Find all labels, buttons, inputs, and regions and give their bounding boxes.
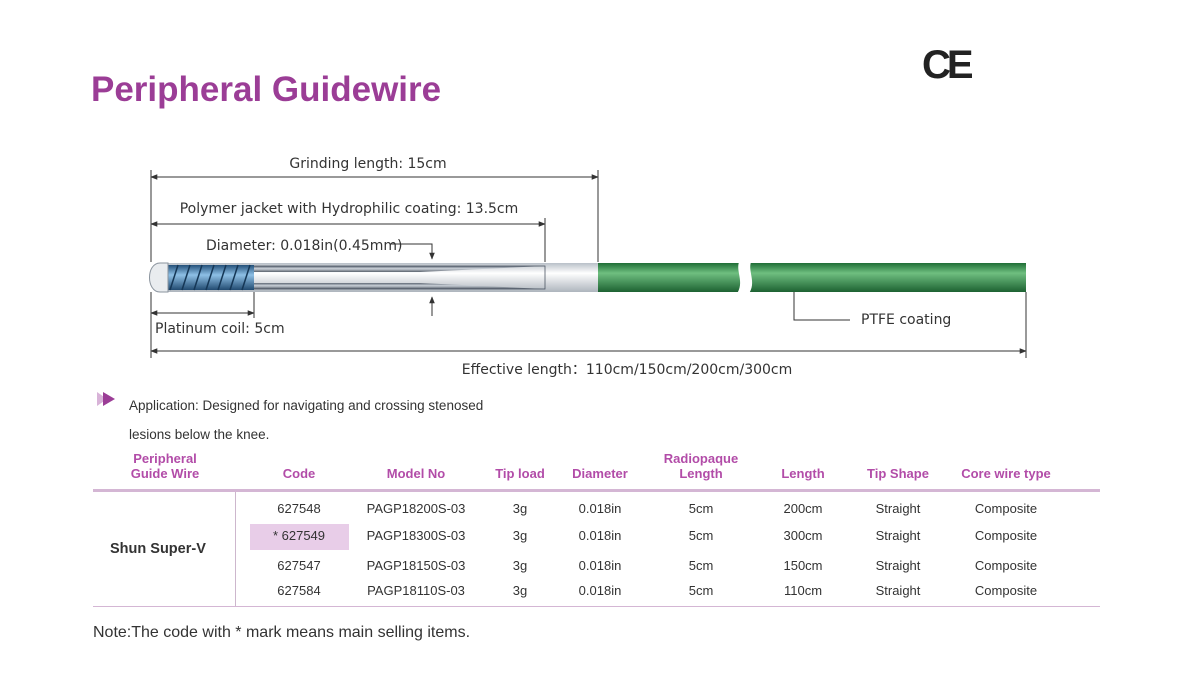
cell-model: PAGP18200S-03 bbox=[366, 501, 466, 516]
table-bottom-rule bbox=[93, 606, 1100, 607]
product-name: Shun Super-V bbox=[110, 541, 206, 557]
header-diameter: Diameter bbox=[572, 466, 628, 481]
cell-code: 627547 bbox=[277, 558, 321, 573]
application-line-2: lesions below the knee. bbox=[129, 427, 270, 442]
application-text: Application: Designed for navigating and… bbox=[129, 391, 529, 449]
cell-radiopaque: 5cm bbox=[688, 558, 714, 573]
cell-length: 200cm bbox=[783, 501, 823, 516]
guidewire-diagram: Grinding length: 15cm Polymer jacket wit… bbox=[149, 156, 1027, 378]
cell-tip-load: 3g bbox=[512, 583, 528, 598]
cell-tip-load: 3g bbox=[512, 528, 528, 543]
footnote: Note:The code with * mark means main sel… bbox=[93, 624, 471, 641]
cell-code: 627548 bbox=[277, 501, 321, 516]
cell-core: Composite bbox=[974, 501, 1038, 516]
application-line-1: Application: Designed for navigating and… bbox=[129, 398, 484, 413]
table-divider bbox=[235, 492, 236, 606]
triangle-bullet-icon bbox=[97, 392, 115, 406]
cell-core: Composite bbox=[974, 558, 1038, 573]
cell-radiopaque: 5cm bbox=[688, 501, 714, 516]
cell-model: PAGP18150S-03 bbox=[366, 558, 466, 573]
grinding-length-label: Grinding length: 15cm bbox=[289, 156, 446, 172]
cell-length: 150cm bbox=[783, 558, 823, 573]
cell-tip-shape: Straight bbox=[875, 501, 921, 516]
cell-tip-load: 3g bbox=[512, 501, 528, 516]
cell-diameter: 0.018in bbox=[578, 558, 622, 573]
cell-tip-shape: Straight bbox=[875, 583, 921, 598]
diameter-label: Diameter: 0.018in(0.45mm) bbox=[206, 238, 403, 254]
cell-length: 110cm bbox=[783, 583, 823, 598]
header-length: Length bbox=[781, 466, 825, 481]
cell-diameter: 0.018in bbox=[578, 583, 622, 598]
ptfe-label: PTFE coating bbox=[861, 312, 951, 328]
header-code: Code bbox=[282, 466, 316, 481]
cell-core: Composite bbox=[974, 528, 1038, 543]
ptfe-coating-segment bbox=[598, 263, 1026, 292]
cell-model: PAGP18110S-03 bbox=[367, 583, 465, 598]
table-header-rule bbox=[93, 489, 1100, 492]
atraumatic-tip bbox=[149, 262, 169, 293]
header-tip-load: Tip load bbox=[495, 466, 545, 481]
cell-radiopaque: 5cm bbox=[688, 528, 714, 543]
platinum-coil-label: Platinum coil: 5cm bbox=[155, 321, 285, 337]
cell-model: PAGP18300S-03 bbox=[366, 528, 466, 543]
polymer-jacket-label: Polymer jacket with Hydrophilic coating:… bbox=[180, 201, 519, 217]
cell-core: Composite bbox=[974, 583, 1038, 598]
cell-length: 300cm bbox=[783, 528, 823, 543]
cell-code: 627584 bbox=[277, 583, 321, 598]
cell-code: * 627549 bbox=[272, 528, 326, 543]
cell-diameter: 0.018in bbox=[578, 528, 622, 543]
cell-tip-load: 3g bbox=[512, 558, 528, 573]
cell-radiopaque: 5cm bbox=[688, 583, 714, 598]
cell-diameter: 0.018in bbox=[578, 501, 622, 516]
header-model: Model No bbox=[386, 466, 446, 481]
cell-tip-shape: Straight bbox=[875, 528, 921, 543]
header-tip-shape: Tip Shape bbox=[867, 466, 929, 481]
effective-length-label: Effective length：110cm/150cm/200cm/300cm bbox=[462, 362, 793, 378]
header-radiopaque: Radiopaque Length bbox=[663, 451, 739, 481]
cell-tip-shape: Straight bbox=[875, 558, 921, 573]
platinum-coil bbox=[168, 265, 254, 290]
header-product: Peripheral Guide Wire bbox=[130, 451, 200, 481]
header-core: Core wire type bbox=[961, 466, 1051, 481]
ptfe-leader bbox=[793, 292, 850, 321]
guidewire-body bbox=[149, 260, 1026, 295]
